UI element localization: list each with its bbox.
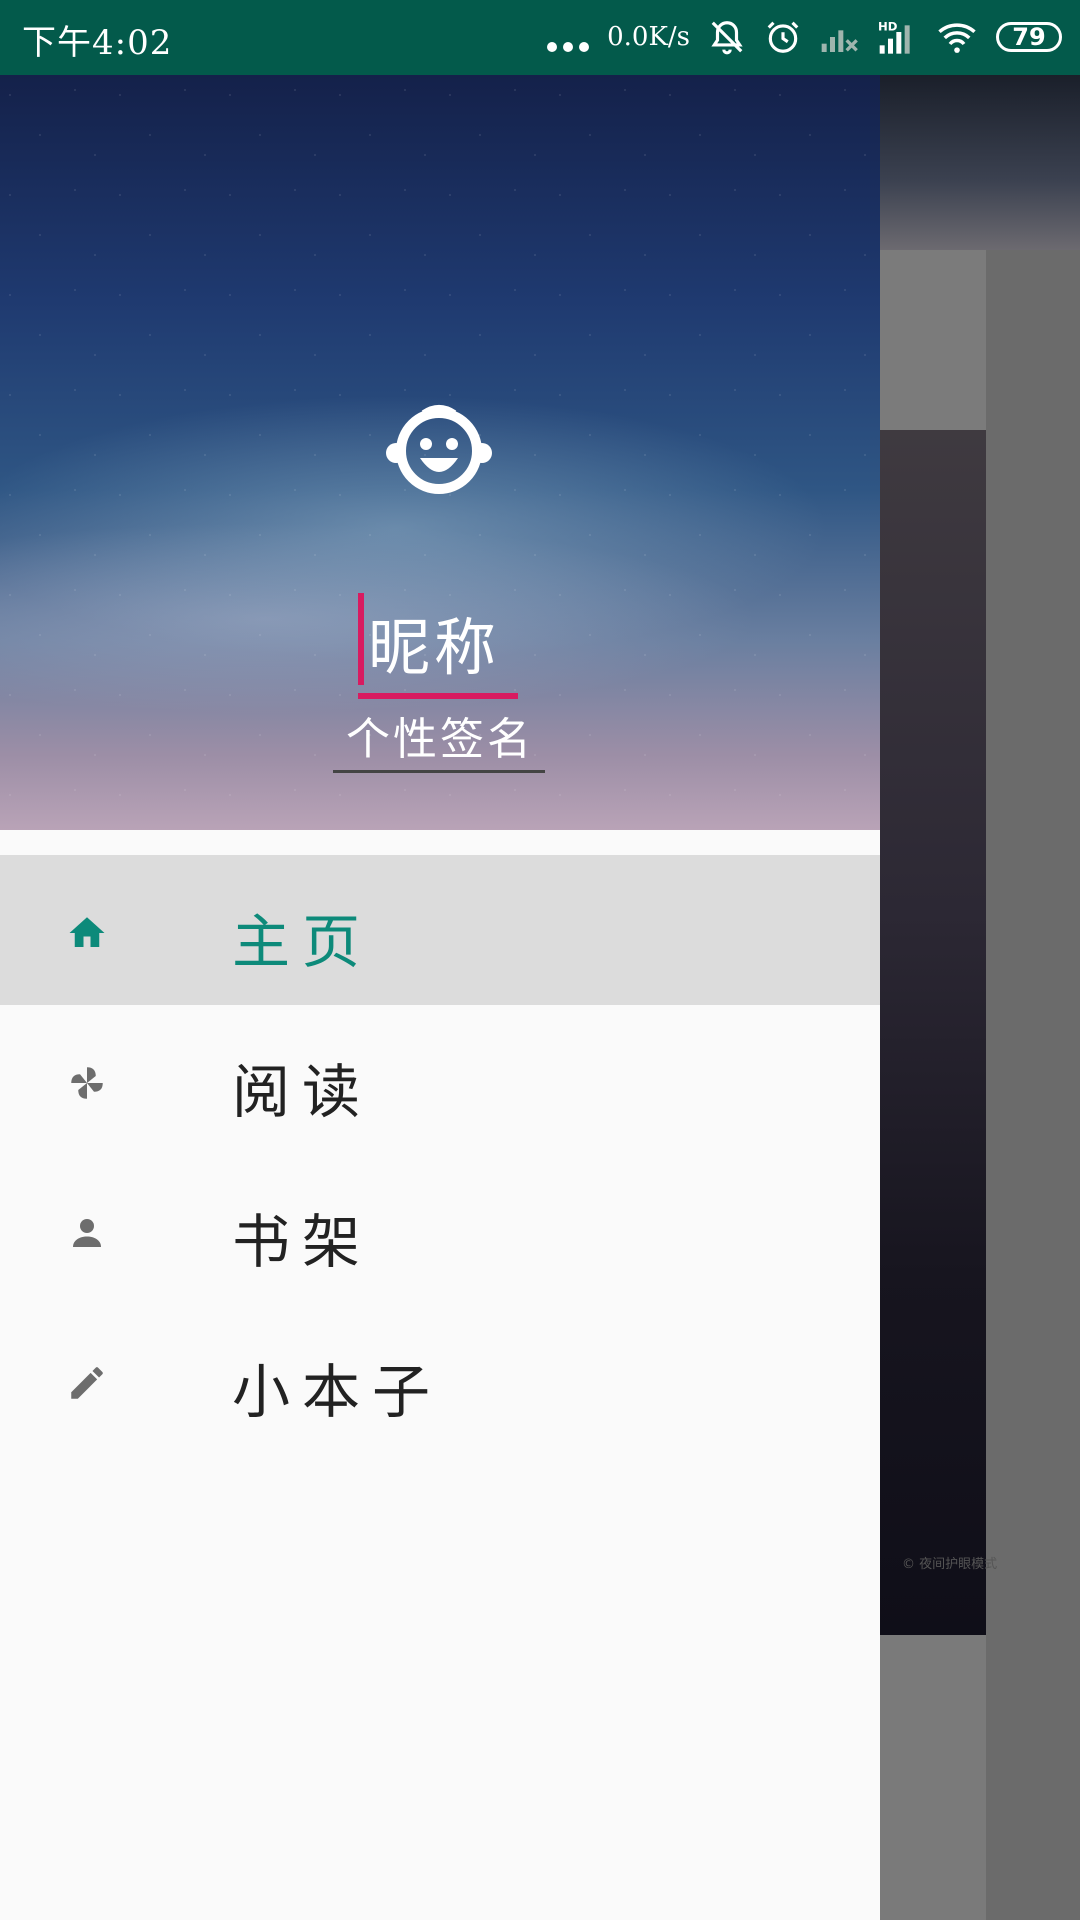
menu-item-notebook[interactable]: 小本子 (0, 1305, 880, 1455)
background-card-caption: © 夜间护眼模式 (902, 1557, 998, 1572)
text-cursor (358, 593, 364, 685)
menu-item-label: 书架 (232, 1208, 373, 1276)
status-bar: 下午4:02 0.0K/s HD 79 (0, 0, 1080, 75)
menu-item-bookshelf[interactable]: 书架 (0, 1155, 880, 1305)
nickname-underline (358, 693, 518, 699)
status-time: 下午4:02 (22, 23, 173, 63)
nickname-text: 昵称 (368, 611, 501, 684)
background-header-image (880, 75, 1080, 250)
home-icon (69, 917, 105, 947)
battery-icon: 79 (996, 22, 1062, 52)
wifi-icon (938, 23, 976, 53)
drawer-menu: 主页 阅读 书架 小本子 (0, 855, 880, 1455)
pinwheel-icon (71, 1067, 103, 1099)
background-scrim[interactable] (986, 250, 1080, 1920)
signal-hd-icon: HD (878, 19, 910, 54)
network-speed: 0.0K/s (607, 22, 690, 52)
menu-item-label: 主页 (232, 908, 373, 976)
signature-field[interactable]: 个性签名 (336, 703, 544, 767)
nickname-field[interactable]: 昵称 (358, 593, 516, 685)
signal-x-icon (821, 30, 858, 52)
background-card-image (880, 430, 986, 1635)
menu-item-label: 小本子 (232, 1358, 443, 1426)
alarm-icon (767, 21, 799, 53)
baby-face-icon[interactable] (380, 402, 498, 500)
bell-muted-icon (711, 21, 743, 55)
more-dots-icon (547, 22, 590, 52)
pencil-icon (71, 1367, 103, 1399)
menu-item-label: 阅读 (232, 1058, 373, 1126)
svg-text:HD: HD (878, 19, 898, 33)
menu-item-read[interactable]: 阅读 (0, 1005, 880, 1155)
drawer-header: 昵称 个性签名 (0, 75, 880, 830)
signature-underline (333, 770, 545, 773)
status-icons: 0.0K/s HD 79 (547, 12, 1062, 62)
background-card-top (880, 250, 986, 430)
menu-item-home[interactable]: 主页 (0, 855, 880, 1005)
navigation-drawer: 昵称 个性签名 主页 阅读 书架 小本子 (0, 75, 880, 1920)
person-icon (73, 1219, 101, 1247)
